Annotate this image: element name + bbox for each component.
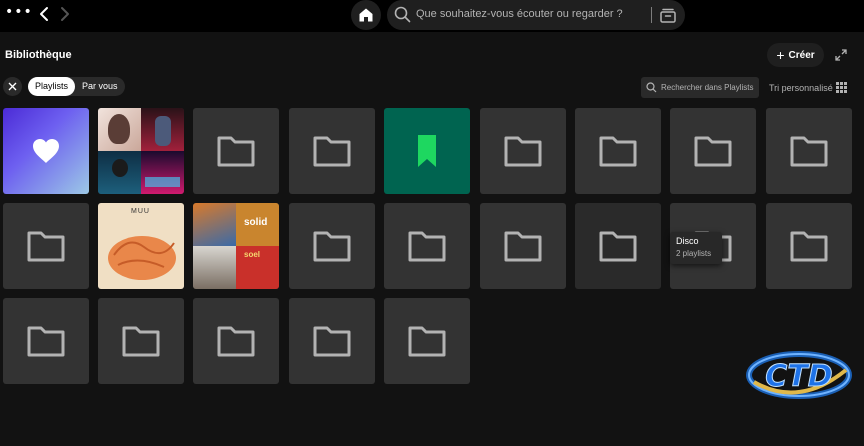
filter-chips: Playlists Par vous: [28, 77, 125, 96]
folder-icon: [504, 136, 542, 167]
your-episodes-tile[interactable]: [384, 108, 470, 194]
folder-icon: [599, 136, 637, 167]
folder-tile[interactable]: [670, 108, 756, 194]
folder-tile[interactable]: [480, 108, 566, 194]
album-cover-text: MUU: [131, 208, 150, 215]
folder-icon: [217, 136, 255, 167]
folder-icon: [790, 136, 828, 167]
playlist-mosaic-tile[interactable]: [98, 108, 184, 194]
plus-icon: +: [776, 47, 785, 63]
grid-view-icon[interactable]: [836, 82, 847, 93]
tooltip-subtitle: 2 playlists: [676, 249, 712, 258]
mosaic-quadrant: [193, 203, 236, 246]
sort-dropdown[interactable]: Tri personnalisé: [769, 83, 833, 93]
folder-tile[interactable]: [289, 203, 375, 289]
folder-tile[interactable]: [766, 108, 852, 194]
library-search-placeholder: Rechercher dans Playlists: [661, 83, 754, 92]
forward-arrow-icon[interactable]: [56, 4, 74, 24]
create-button[interactable]: + Créer: [767, 43, 824, 67]
mosaic-quadrant: soel: [236, 246, 279, 289]
mosaic-quadrant: [98, 108, 141, 151]
search-placeholder: Que souhaitez-vous écouter ou regarder ?: [416, 8, 623, 20]
folder-tooltip: Disco 2 playlists: [670, 232, 722, 264]
folder-tile[interactable]: [384, 298, 470, 384]
back-arrow-icon[interactable]: [36, 4, 54, 24]
library-title[interactable]: Bibliothèque: [5, 49, 72, 61]
folder-tile[interactable]: [193, 298, 279, 384]
folder-tile[interactable]: [98, 298, 184, 384]
expand-icon[interactable]: [835, 49, 847, 61]
clear-filter-button[interactable]: [3, 77, 22, 96]
folder-icon: [27, 326, 65, 357]
folder-tile[interactable]: [3, 298, 89, 384]
top-bar: ••• Que souhaitez-vous écouter ou regard…: [0, 0, 864, 32]
folder-icon: [408, 231, 446, 262]
mosaic-quadrant: [141, 151, 184, 194]
mosaic-text-solid: solid: [244, 217, 268, 228]
ctd-watermark-logo: CTD: [746, 351, 852, 399]
folder-icon: [313, 231, 351, 262]
menu-dots-icon[interactable]: •••: [5, 5, 33, 19]
album-cover-image: MUU: [98, 203, 184, 289]
browse-icon[interactable]: [659, 6, 677, 24]
folder-icon: [790, 231, 828, 262]
folder-tile[interactable]: [766, 203, 852, 289]
folder-icon: [27, 231, 65, 262]
folder-icon: [122, 326, 160, 357]
bookmark-icon: [418, 135, 436, 167]
search-icon: [394, 6, 411, 23]
mosaic-quadrant: [193, 246, 236, 289]
folder-tile[interactable]: [3, 203, 89, 289]
close-icon: [8, 82, 17, 91]
search-divider: [651, 7, 652, 23]
liked-songs-tile[interactable]: [3, 108, 89, 194]
tooltip-title: Disco: [676, 236, 699, 246]
folder-icon: [313, 326, 351, 357]
folder-tile[interactable]: [480, 203, 566, 289]
folder-tile[interactable]: [575, 108, 661, 194]
folder-tile[interactable]: [384, 203, 470, 289]
svg-text:CTD: CTD: [765, 359, 832, 394]
home-button[interactable]: [351, 0, 381, 30]
folder-tile[interactable]: [289, 298, 375, 384]
folder-icon: [313, 136, 351, 167]
folder-icon: [504, 231, 542, 262]
filter-par-vous[interactable]: Par vous: [75, 77, 125, 96]
folder-icon: [408, 326, 446, 357]
heart-icon: [33, 139, 59, 163]
folder-tile[interactable]: [289, 108, 375, 194]
home-icon: [359, 8, 373, 22]
mosaic-quadrant: [141, 108, 184, 151]
search-icon: [646, 82, 657, 93]
mosaic-text-soel: soel: [244, 250, 261, 259]
folder-tile[interactable]: [193, 108, 279, 194]
mosaic-quadrant: solid: [236, 203, 279, 246]
folder-icon: [694, 136, 732, 167]
filter-playlists[interactable]: Playlists: [28, 77, 76, 96]
search-input[interactable]: Que souhaitez-vous écouter ou regarder ?: [387, 0, 685, 30]
folder-tile[interactable]: [575, 203, 661, 289]
album-cover-tile[interactable]: MUU: [98, 203, 184, 289]
folder-icon: [599, 231, 637, 262]
create-label: Créer: [788, 49, 815, 61]
playlist-mosaic-tile[interactable]: solid soel: [193, 203, 279, 289]
library-search-input[interactable]: Rechercher dans Playlists: [641, 77, 759, 98]
folder-icon: [217, 326, 255, 357]
mosaic-quadrant: [98, 151, 141, 194]
